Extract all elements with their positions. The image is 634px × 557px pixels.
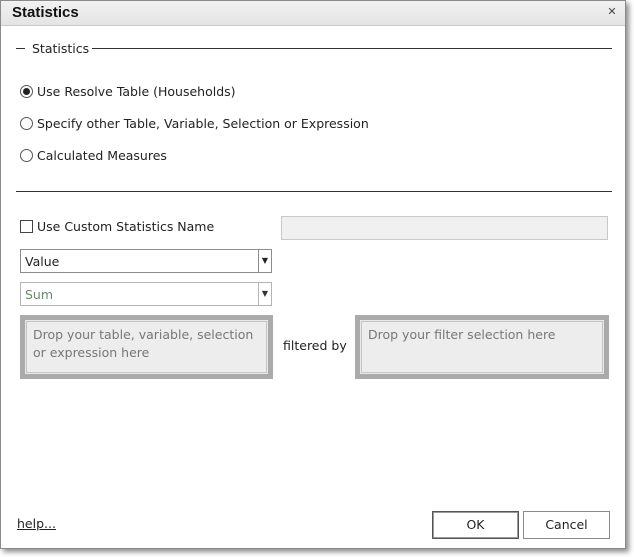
group-divider <box>92 48 612 49</box>
close-icon[interactable]: ✕ <box>606 6 618 18</box>
aggregate-dropdown[interactable]: Sum ▼ <box>20 282 272 306</box>
radio-label[interactable]: Calculated Measures <box>37 148 167 163</box>
radio-selected-dot <box>23 88 30 95</box>
source-drop-zone[interactable]: Drop your table, variable, selection or … <box>20 315 273 379</box>
group-dash <box>16 48 25 49</box>
radio-button[interactable] <box>20 149 33 162</box>
group-label: Statistics <box>32 41 90 56</box>
custom-name-input[interactable] <box>281 216 608 240</box>
chevron-down-icon[interactable]: ▼ <box>258 250 271 272</box>
section-divider <box>16 191 612 192</box>
statistics-group-header: Statistics <box>16 41 612 57</box>
radio-label[interactable]: Use Resolve Table (Households) <box>37 84 236 99</box>
statistics-dialog: Statistics ✕ Statistics Use Resolve Tabl… <box>0 0 626 549</box>
value-dropdown-selected: Value <box>25 254 60 269</box>
chevron-down-icon[interactable]: ▼ <box>258 283 271 305</box>
radio-button[interactable] <box>20 85 33 98</box>
title-bar[interactable]: Statistics ✕ <box>1 1 625 26</box>
source-drop-zone-text: Drop your table, variable, selection or … <box>26 321 267 373</box>
aggregate-dropdown-selected: Sum <box>25 287 54 302</box>
radio-button[interactable] <box>20 117 33 130</box>
custom-name-checkbox[interactable] <box>20 220 33 233</box>
ok-button[interactable]: OK <box>432 511 519 539</box>
radio-label[interactable]: Specify other Table, Variable, Selection… <box>37 116 369 131</box>
custom-name-label[interactable]: Use Custom Statistics Name <box>37 219 214 234</box>
value-dropdown[interactable]: Value ▼ <box>20 249 272 273</box>
filter-drop-zone[interactable]: Drop your filter selection here <box>355 315 609 379</box>
help-link[interactable]: help... <box>17 516 56 531</box>
dialog-title: Statistics <box>12 4 79 21</box>
filter-drop-zone-text: Drop your filter selection here <box>361 321 603 373</box>
filtered-by-label: filtered by <box>283 338 347 353</box>
cancel-button[interactable]: Cancel <box>523 511 610 539</box>
